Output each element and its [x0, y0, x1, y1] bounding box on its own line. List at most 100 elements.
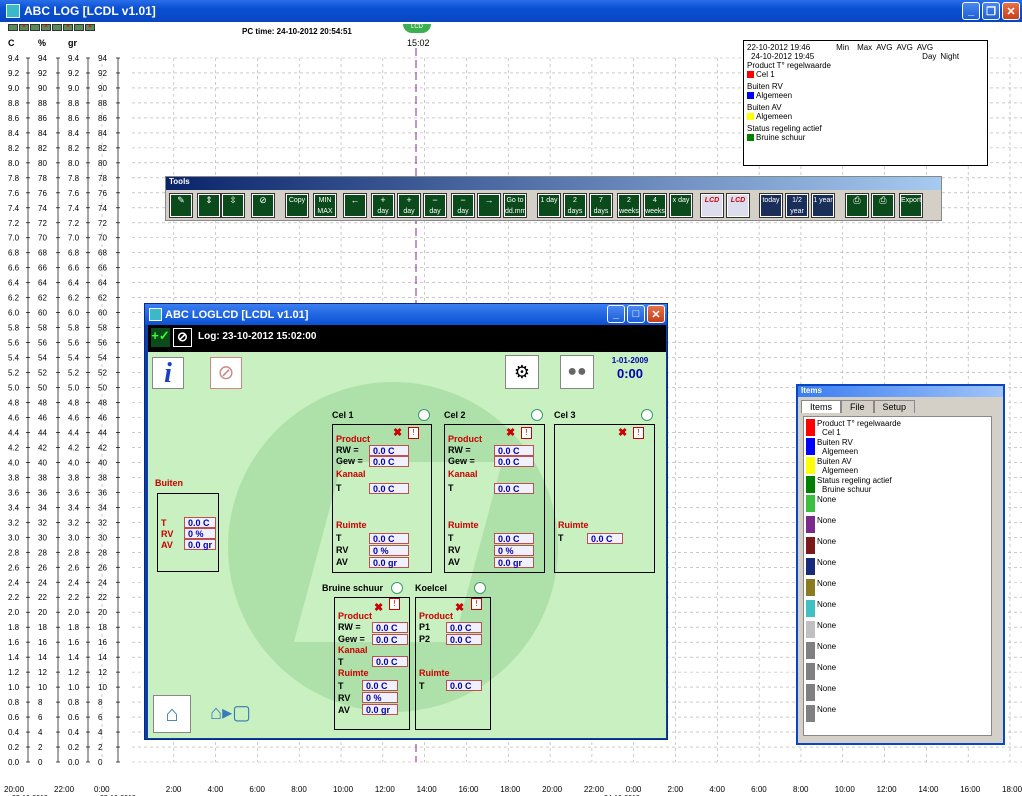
- status-icon[interactable]: [30, 24, 40, 31]
- week4-button[interactable]: 4 weeks: [643, 193, 667, 218]
- item-color-swatch[interactable]: [806, 705, 815, 722]
- status-icon[interactable]: [8, 24, 18, 31]
- cel2-kanaal-t-value: 0.0 C: [494, 483, 534, 494]
- day1-button[interactable]: 1 day: [537, 193, 561, 218]
- items-list-row[interactable]: None: [806, 684, 836, 701]
- items-list-row[interactable]: None: [806, 537, 836, 554]
- goto-button[interactable]: Go to dd.mm: [503, 193, 527, 218]
- cel3-alarm-off-icon[interactable]: ✖: [618, 426, 627, 439]
- minus-day-button[interactable]: − day: [451, 193, 475, 218]
- bruine-warning-icon[interactable]: !: [389, 598, 400, 610]
- item-color-swatch[interactable]: [806, 558, 815, 575]
- print-red-button[interactable]: ⎙: [871, 193, 895, 218]
- today-button[interactable]: today: [759, 193, 783, 218]
- item-color-swatch[interactable]: [806, 419, 815, 436]
- plus-button[interactable]: + day: [397, 193, 421, 218]
- items-list-row[interactable]: None: [806, 516, 836, 533]
- minmax-button[interactable]: MIN MAX: [313, 193, 337, 218]
- home-page1-icon[interactable]: ⌂▸▢: [210, 695, 251, 733]
- week2-button[interactable]: 2 weeks: [617, 193, 641, 218]
- cel1-warning-icon[interactable]: !: [408, 427, 419, 439]
- item-color-swatch[interactable]: [806, 438, 815, 455]
- item-color-swatch[interactable]: [806, 684, 815, 701]
- status-icon[interactable]: ✕: [63, 24, 73, 31]
- koelcel-alarm-off-icon[interactable]: ✖: [455, 601, 464, 614]
- plus-day-button[interactable]: + day: [371, 193, 395, 218]
- status-icon[interactable]: [74, 24, 84, 31]
- tab-setup[interactable]: Setup: [873, 400, 916, 413]
- day2-button[interactable]: 2 days: [563, 193, 587, 218]
- item-color-swatch[interactable]: [806, 476, 815, 493]
- items-list-row[interactable]: Buiten AV Algemeen: [806, 457, 858, 475]
- status-icon[interactable]: ✕: [85, 24, 95, 31]
- scale-up-button[interactable]: ⇕: [197, 193, 221, 218]
- info-icon[interactable]: i: [152, 357, 184, 389]
- minus-button[interactable]: − day: [423, 193, 447, 218]
- lcd-button[interactable]: LCD: [700, 193, 724, 218]
- disabled-icon[interactable]: ⊘: [210, 357, 242, 389]
- cel3-warning-icon[interactable]: !: [633, 427, 644, 439]
- items-list-row[interactable]: None: [806, 663, 836, 680]
- items-list-row[interactable]: None: [806, 621, 836, 638]
- settings-tools-icon[interactable]: ⚙: [505, 355, 539, 389]
- koelcel-warning-icon[interactable]: !: [471, 598, 482, 610]
- item-color-swatch[interactable]: [806, 495, 815, 512]
- item-color-swatch[interactable]: [806, 600, 815, 617]
- close-button[interactable]: ✕: [1002, 2, 1020, 20]
- lcd-maximize-button[interactable]: □: [627, 305, 645, 323]
- minimize-button[interactable]: _: [962, 2, 980, 20]
- no-entry-icon[interactable]: ⊘: [173, 328, 192, 347]
- restore-button[interactable]: ❐: [982, 2, 1000, 20]
- tab-file[interactable]: File: [841, 400, 874, 413]
- items-list-row[interactable]: None: [806, 705, 836, 722]
- cel2-clock-icon[interactable]: [531, 409, 543, 421]
- tab-items[interactable]: Items: [801, 400, 842, 413]
- year-button[interactable]: 1 year: [811, 193, 835, 218]
- status-icon[interactable]: [52, 24, 62, 31]
- items-list[interactable]: Product T° regelwaarde Cel 1 Buiten RV Alge…: [803, 416, 992, 736]
- koelcel-clock-icon[interactable]: [474, 582, 486, 594]
- scale-button[interactable]: ⇳: [221, 193, 245, 218]
- xday-button[interactable]: x day: [669, 193, 693, 218]
- items-list-row[interactable]: None: [806, 642, 836, 659]
- status-icon[interactable]: ✕: [19, 24, 29, 31]
- cel2-alarm-off-icon[interactable]: ✖: [506, 426, 515, 439]
- items-list-row[interactable]: Product T° regelwaarde Cel 1: [806, 419, 901, 437]
- copy-button[interactable]: Copy: [285, 193, 309, 218]
- lcd-play-button[interactable]: LCD: [726, 193, 750, 218]
- day7-button[interactable]: 7 days: [589, 193, 613, 218]
- cel1-clock-icon[interactable]: [418, 409, 430, 421]
- items-list-row[interactable]: None: [806, 495, 836, 512]
- status-icon[interactable]: ✕: [41, 24, 51, 31]
- users-icon[interactable]: ●●: [560, 355, 594, 389]
- export-button[interactable]: Export: [899, 193, 923, 218]
- arrow-left-button[interactable]: ←: [343, 193, 367, 218]
- halfyear-button[interactable]: 1/2 year: [785, 193, 809, 218]
- print-button[interactable]: ⎙: [845, 193, 869, 218]
- item-color-swatch[interactable]: [806, 537, 815, 554]
- items-list-row[interactable]: Status regeling actief Bruine schuur: [806, 476, 892, 494]
- items-list-row[interactable]: None: [806, 600, 836, 617]
- item-color-swatch[interactable]: [806, 663, 815, 680]
- cel3-clock-icon[interactable]: [641, 409, 653, 421]
- item-color-swatch[interactable]: [806, 621, 815, 638]
- cel2-warning-icon[interactable]: !: [521, 427, 532, 439]
- items-list-row[interactable]: None: [806, 579, 836, 596]
- item-color-swatch[interactable]: [806, 579, 815, 596]
- cel1-alarm-off-icon[interactable]: ✖: [393, 426, 402, 439]
- item-color-swatch[interactable]: [806, 516, 815, 533]
- item-color-swatch[interactable]: [806, 457, 815, 474]
- bruine-alarm-off-icon[interactable]: ✖: [374, 601, 383, 614]
- home-icon[interactable]: ⌂: [153, 695, 191, 733]
- items-list-row[interactable]: Buiten RV Algemeen: [806, 438, 858, 456]
- cel3-box[interactable]: [554, 424, 655, 573]
- add-check-icon[interactable]: +✓: [151, 328, 170, 347]
- bruine-clock-icon[interactable]: [391, 582, 403, 594]
- lcd-close-button[interactable]: ✕: [647, 305, 665, 323]
- cancel-button[interactable]: ⊘: [251, 193, 275, 218]
- edit-button[interactable]: ✎: [169, 193, 193, 218]
- arrow-right-button[interactable]: →: [477, 193, 501, 218]
- items-list-row[interactable]: None: [806, 558, 836, 575]
- lcd-minimize-button[interactable]: _: [607, 305, 625, 323]
- item-color-swatch[interactable]: [806, 642, 815, 659]
